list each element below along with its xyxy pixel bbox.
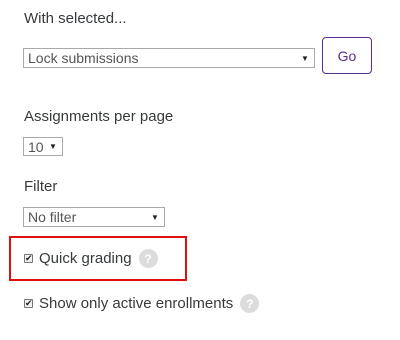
with-selected-heading: With selected... (24, 10, 127, 27)
assignments-per-page-heading: Assignments per page (24, 108, 174, 125)
question-icon[interactable]: ? (240, 294, 260, 313)
go-button[interactable]: Go (322, 37, 372, 74)
quick-grading-label[interactable]: Quick grading (39, 250, 132, 267)
assignments-per-page-select[interactable]: 10 ▼ (23, 137, 63, 156)
quick-grading-option: ✔ Quick grading ? (24, 249, 158, 268)
checkmark-icon: ✔ (25, 253, 33, 263)
bulk-action-value: Lock submissions (28, 50, 139, 66)
chevron-down-icon: ▼ (151, 212, 159, 222)
chevron-down-icon: ▼ (301, 53, 309, 63)
show-active-enrollments-option: ✔ Show only active enrollments ? (24, 294, 260, 313)
question-icon[interactable]: ? (138, 249, 158, 268)
chevron-down-icon: ▼ (49, 142, 57, 151)
show-active-enrollments-label[interactable]: Show only active enrollments (39, 295, 233, 312)
assignments-per-page-value: 10 (28, 138, 44, 155)
quick-grading-checkbox[interactable]: ✔ (24, 253, 33, 263)
filter-value: No filter (28, 209, 77, 225)
filter-select[interactable]: No filter ▼ (23, 207, 165, 227)
checkmark-icon: ✔ (25, 298, 33, 308)
show-active-enrollments-checkbox[interactable]: ✔ (24, 298, 33, 308)
filter-heading: Filter (24, 178, 58, 195)
bulk-action-select[interactable]: Lock submissions ▼ (23, 48, 315, 68)
